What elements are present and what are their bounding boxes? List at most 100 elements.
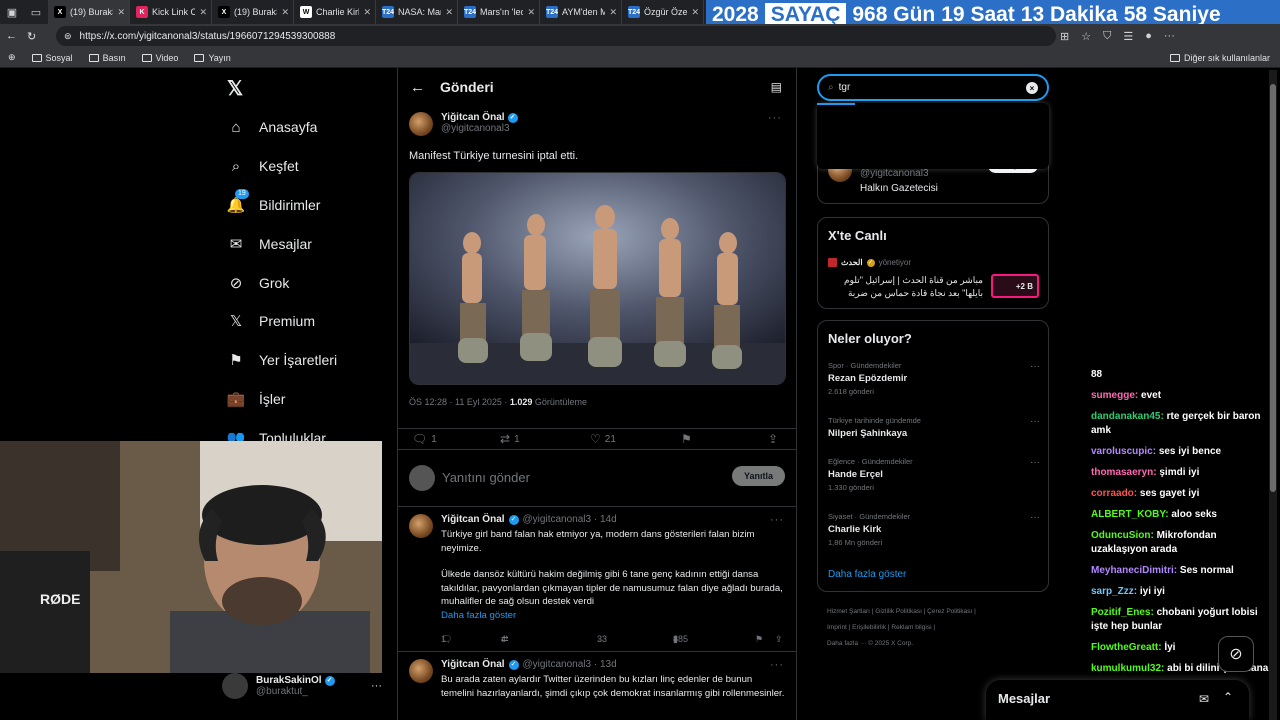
- trend-item[interactable]: Siyaset · Gündemdekiler Charlie Kirk 1,86 …: [828, 512, 1040, 547]
- favorite-star-icon[interactable]: ☆: [1081, 30, 1091, 43]
- close-tab-icon[interactable]: ✕: [117, 7, 125, 18]
- reply-author-name[interactable]: Yiğitcan Önal: [441, 659, 505, 670]
- nav-item[interactable]: ⌂ Anasayfa: [227, 118, 317, 136]
- more-options-icon[interactable]: ···: [770, 514, 784, 526]
- reply-tweet[interactable]: Yiğitcan Önal ✓ @yigitcanonal3 · 14d ···…: [398, 508, 796, 652]
- clear-search-icon[interactable]: ×: [1026, 82, 1038, 94]
- nav-item[interactable]: 🔔 19 Bildirimler: [227, 189, 320, 214]
- more-options-icon[interactable]: ···: [1030, 361, 1040, 372]
- show-more-link[interactable]: Daha fazla göster: [441, 609, 785, 623]
- reload-icon[interactable]: ↻: [27, 30, 36, 43]
- close-tab-icon[interactable]: ✕: [281, 7, 289, 18]
- close-tab-icon[interactable]: ✕: [609, 7, 617, 18]
- bookmark-folder[interactable]: Basın: [88, 53, 126, 63]
- like-action[interactable]: ♡ 21: [590, 432, 616, 446]
- more-options-icon[interactable]: ···: [1030, 416, 1040, 427]
- browser-tab[interactable]: W Charlie Kirk ✕: [294, 0, 376, 24]
- chat-username[interactable]: thomasaeryn:: [1091, 467, 1157, 478]
- menu-dots-icon[interactable]: ···: [1164, 30, 1175, 42]
- chat-username[interactable]: sumegge:: [1091, 390, 1138, 401]
- search-input[interactable]: tgr: [839, 82, 851, 93]
- workspaces-icon[interactable]: ▣: [0, 0, 24, 24]
- browser-tab[interactable]: T24 Mars'ın 'leo ✕: [458, 0, 540, 24]
- browser-tab[interactable]: T24 AYM'den M ✕: [540, 0, 622, 24]
- address-bar[interactable]: ⊜ https://x.com/yigitcanonal3/status/196…: [56, 26, 1056, 46]
- expand-chevron-icon[interactable]: ⌃: [1223, 690, 1233, 704]
- reply-avatar[interactable]: [409, 659, 433, 683]
- close-tab-icon[interactable]: ✕: [363, 7, 371, 18]
- trend-item[interactable]: Türkiye tarihinde gündemde Nilperi Şahink…: [828, 416, 1040, 439]
- reply-tweet[interactable]: Yiğitcan Önal ✓ @yigitcanonal3 · 13d ···…: [398, 653, 796, 720]
- chat-username[interactable]: kumulkumul32:: [1091, 663, 1164, 674]
- footer-line[interactable]: Daha fazla ··· © 2025 X Corp.: [827, 636, 1057, 652]
- close-tab-icon[interactable]: ✕: [527, 7, 535, 18]
- live-host[interactable]: الحدث ✓ yönetiyor: [828, 258, 911, 267]
- more-options-icon[interactable]: ···: [1030, 512, 1040, 523]
- chat-username[interactable]: Pozitif_Enes:: [1091, 607, 1154, 618]
- chat-username[interactable]: varoluscupic:: [1091, 446, 1156, 457]
- browser-tab[interactable]: T24 NASA: Mars ✕: [376, 0, 458, 24]
- chat-username[interactable]: ALBERT_KOBY:: [1091, 509, 1169, 520]
- close-tab-icon[interactable]: ✕: [691, 7, 699, 18]
- live-description[interactable]: مباشر من قناة الحدث | إسرائيل "تلوم بايل…: [828, 274, 983, 300]
- bookmark-folder[interactable]: Video: [141, 53, 178, 63]
- post-image[interactable]: [409, 172, 786, 385]
- back-arrow-icon[interactable]: ←: [410, 79, 440, 96]
- site-info-icon[interactable]: ⊜: [64, 31, 72, 42]
- live-listeners[interactable]: +2 B: [991, 274, 1039, 298]
- reader-mode-icon[interactable]: ▤: [771, 80, 782, 94]
- messages-drawer[interactable]: Mesajlar ✉ ⌃: [986, 680, 1249, 720]
- bookmark-folder[interactable]: Sosyal: [31, 53, 73, 63]
- reply-action[interactable]: 🗨 1: [412, 432, 437, 446]
- back-icon[interactable]: ←: [6, 30, 17, 42]
- bookmark-add-icon[interactable]: ⊕: [8, 52, 16, 63]
- browser-tab[interactable]: X (19) BurakS ✕: [212, 0, 294, 24]
- close-tab-icon[interactable]: ✕: [199, 7, 207, 18]
- browser-tab[interactable]: K Kick Link Cr ✕: [130, 0, 212, 24]
- more-options-icon[interactable]: ···: [770, 659, 784, 671]
- browser-tab[interactable]: T24 Özgür Özel ✕: [622, 0, 704, 24]
- nav-item[interactable]: ⌕ Keşfet: [227, 157, 299, 175]
- tab-actions-icon[interactable]: ▭: [24, 0, 48, 24]
- nav-item[interactable]: ⚑ Yer İşaretleri: [227, 351, 337, 369]
- extension-icon[interactable]: ⊞: [1060, 30, 1069, 43]
- account-menu-icon[interactable]: ···: [371, 680, 382, 692]
- nav-item[interactable]: 𝕏 Premium: [227, 312, 315, 330]
- x-logo-icon[interactable]: 𝕏: [227, 76, 243, 101]
- bookmark-action[interactable]: ⚑: [681, 432, 692, 446]
- chat-username[interactable]: OduncuSion:: [1091, 530, 1154, 541]
- collections-icon[interactable]: ☰: [1123, 30, 1133, 43]
- search-box[interactable]: ⌕ tgr ×: [817, 74, 1049, 101]
- grok-fab-icon[interactable]: ⊘: [1218, 636, 1254, 672]
- page-scrollbar[interactable]: [1269, 70, 1277, 720]
- other-bookmarks[interactable]: Diğer sık kullanılanlar: [1169, 53, 1270, 63]
- nav-item[interactable]: ⊘ Grok: [227, 274, 290, 292]
- trend-item[interactable]: Eğlence · Gündemdekiler Hande Erçel 1.330 …: [828, 457, 1040, 492]
- show-more-trends-link[interactable]: Daha fazla göster: [828, 569, 906, 580]
- shield-icon[interactable]: ⛉: [1103, 30, 1111, 43]
- reply-avatar[interactable]: [409, 514, 433, 538]
- browser-tab[interactable]: X (19) BurakS ✕: [48, 0, 130, 24]
- author-name[interactable]: Yiğitcan Önal: [441, 112, 505, 123]
- bookmark-folder[interactable]: Yayın: [194, 53, 231, 63]
- profile-avatar-icon[interactable]: ●: [1145, 30, 1152, 42]
- chat-username[interactable]: sarp_Zzz:: [1091, 586, 1137, 597]
- reply-author-name[interactable]: Yiğitcan Önal: [441, 514, 505, 525]
- reply-input[interactable]: Yanıtını gönder: [442, 470, 530, 485]
- author-avatar[interactable]: [409, 112, 433, 136]
- chat-username[interactable]: FlowtheGreatt:: [1091, 642, 1162, 653]
- chat-username[interactable]: MeyhaneciDimitri:: [1091, 565, 1177, 576]
- new-message-icon[interactable]: ✉: [1199, 692, 1209, 706]
- reply-button[interactable]: Yanıtla: [731, 466, 785, 486]
- post-author[interactable]: Yiğitcan Önal ✓ @yigitcanonal3: [409, 112, 518, 136]
- chat-username[interactable]: dandanakan45:: [1091, 411, 1164, 422]
- nav-item[interactable]: ✉ Mesajlar: [227, 235, 312, 253]
- footer-line[interactable]: Imprint | Erişilebilirlik | Reklam bilgi…: [827, 620, 1057, 636]
- share-action[interactable]: ⇪: [768, 432, 778, 446]
- more-options-icon[interactable]: ···: [768, 112, 782, 124]
- nav-item[interactable]: 💼 İşler: [227, 390, 286, 408]
- scrollbar-thumb[interactable]: [1270, 84, 1276, 492]
- trend-item[interactable]: Spor · Gündemdekiler Rezan Epözdemir 2.618…: [828, 361, 1040, 396]
- more-options-icon[interactable]: ···: [1030, 457, 1040, 468]
- account-switcher[interactable]: BurakSakinOl ✓ @buraktut_ ···: [222, 668, 392, 704]
